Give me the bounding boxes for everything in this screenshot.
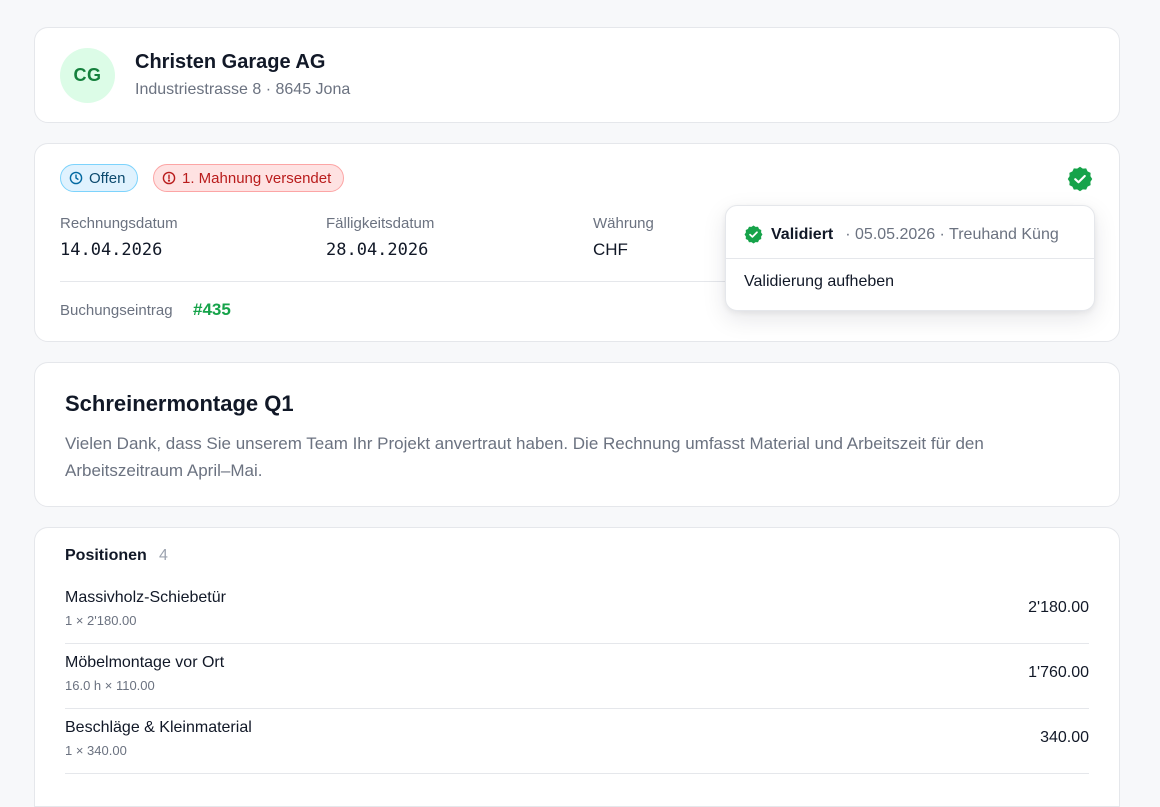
validation-popover: Validiert · 05.05.2026 · Treuhand Küng V… (725, 205, 1095, 311)
position-name: Möbelmontage vor Ort (65, 654, 225, 671)
currency-value: CHF (593, 240, 628, 259)
position-detail: 16.0 h × 110.00 (65, 678, 155, 693)
booking-entry-link[interactable]: #435 (193, 300, 231, 320)
customer-name[interactable]: Christen Garage AG (135, 51, 325, 74)
status-badge-dunning-label: 1. Mahnung versendet (182, 169, 332, 187)
verified-badge-icon (744, 225, 763, 244)
positions-card: Positionen 4 Massivholz-Schiebetür 1 × 2… (34, 527, 1120, 807)
status-badge-open[interactable]: Offen (60, 164, 139, 192)
customer-card: CG Christen Garage AG Industriestrasse 8… (34, 27, 1120, 123)
currency-label: Währung (593, 215, 654, 232)
customer-address: Industriestrasse 8 · 8645 Jona (135, 81, 351, 98)
invoice-title: Schreinermontage Q1 (65, 391, 294, 416)
position-name: Massivholz-Schiebetür (65, 589, 226, 606)
invoice-date-label: Rechnungsdatum (60, 215, 178, 232)
position-detail: 1 × 340.00 (65, 743, 127, 758)
invoice-description: Vielen Dank, dass Sie unserem Team Ihr P… (65, 434, 984, 480)
popover-divider (726, 258, 1094, 259)
position-detail: 1 × 2'180.00 (65, 613, 137, 628)
validation-status: Validiert · 05.05.2026 · Treuhand Küng (744, 225, 1059, 244)
table-row[interactable]: Massivholz-Schiebetür 1 × 2'180.00 2'180… (65, 579, 1089, 644)
remove-validation-button[interactable]: Validierung aufheben (744, 273, 894, 291)
due-date-label: Fälligkeitsdatum (326, 215, 435, 232)
alert-circle-icon (162, 171, 176, 185)
table-row[interactable]: Beschläge & Kleinmaterial 1 × 340.00 340… (65, 709, 1089, 774)
position-amount: 2'180.00 (1028, 599, 1089, 616)
position-amount: 340.00 (1040, 729, 1089, 746)
verified-badge-icon[interactable] (1067, 166, 1093, 192)
booking-entry-label: Buchungseintrag (60, 302, 173, 319)
avatar: CG (60, 48, 115, 103)
clock-icon (69, 171, 83, 185)
positions-count: 4 (159, 547, 168, 564)
position-name: Beschläge & Kleinmaterial (65, 719, 252, 736)
position-amount: 1'760.00 (1028, 664, 1089, 681)
status-badge-open-label: Offen (89, 169, 126, 187)
description-card: Schreinermontage Q1 Vielen Dank, dass Si… (34, 362, 1120, 507)
validation-status-label: Validiert (771, 225, 834, 243)
due-date-value: 28.04.2026 (326, 240, 429, 260)
validation-meta: · 05.05.2026 · Treuhand Küng (845, 225, 1059, 243)
status-badge-dunning[interactable]: 1. Mahnung versendet (153, 164, 345, 192)
table-row[interactable]: Möbelmontage vor Ort 16.0 h × 110.00 1'7… (65, 644, 1089, 709)
positions-header: Positionen (65, 547, 147, 564)
invoice-date-value: 14.04.2026 (60, 240, 163, 260)
